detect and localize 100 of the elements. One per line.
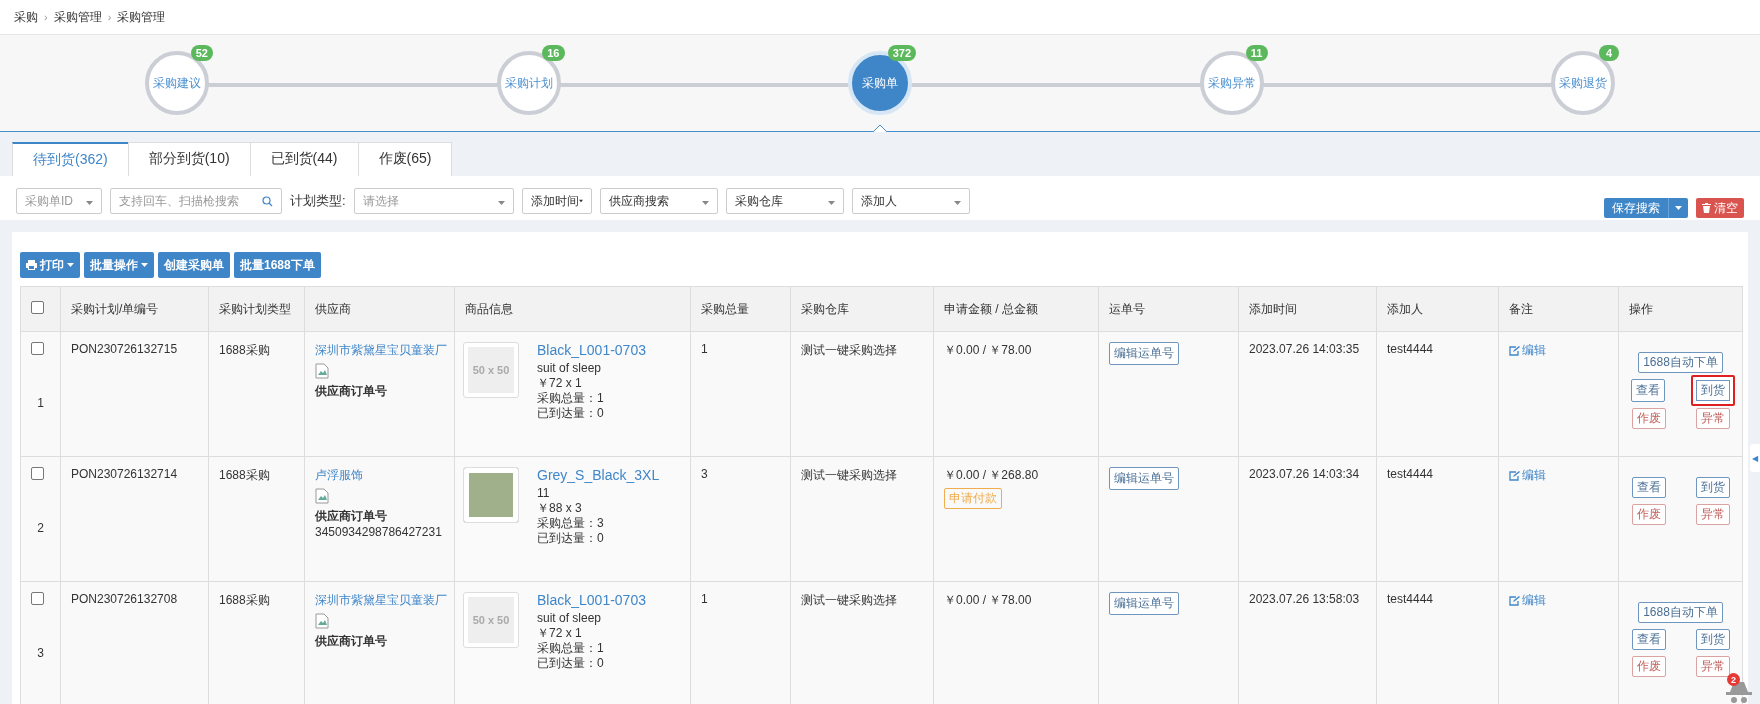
column-header: 添加人 [1376, 286, 1499, 332]
select-field[interactable]: 请选择 [353, 188, 514, 214]
status-tab[interactable]: 部分到货(10) [127, 142, 251, 176]
caret-icon [701, 201, 709, 205]
column-header: 申请金额 / 总金额 [933, 286, 1099, 332]
row-number: 2 [36, 521, 45, 535]
toolbar-button[interactable]: 打印 [20, 252, 80, 278]
row-number: 3 [36, 646, 45, 660]
price-quantity: ￥72 x 1 [537, 626, 583, 641]
collapse-tab[interactable]: ◀ [1750, 444, 1760, 472]
caret-icon [953, 201, 961, 205]
action-button[interactable]: 作废 [1631, 504, 1666, 525]
count-badge: 16 [542, 45, 565, 61]
count-badge: 372 [887, 45, 916, 61]
breadcrumb-item[interactable]: 采购 [14, 8, 38, 26]
column-header: 添加时间 [1238, 286, 1377, 332]
table-cell: test4444 [1376, 456, 1499, 582]
broken-image-icon [315, 613, 329, 629]
status-tab[interactable]: 作废(65) [357, 142, 453, 176]
select-field[interactable]: 采购单ID [16, 188, 102, 214]
order-number-label: 供应商订单号 [315, 383, 388, 400]
select-field[interactable]: 添加人 [851, 188, 970, 214]
amount-text: ￥0.00 / ￥78.00 [944, 343, 1032, 357]
table-cell: test4444 [1376, 331, 1499, 457]
table-cell: 3 [690, 456, 791, 582]
printer-icon [26, 260, 37, 270]
checkbox[interactable] [31, 342, 44, 355]
product-link[interactable]: Grey_S_Black_3XL [537, 467, 660, 483]
breadcrumb-separator: › [107, 11, 112, 23]
search-field[interactable]: 支持回车、扫描枪搜索 [110, 188, 282, 214]
table-cell: 2023.07.26 14:03:35 [1238, 331, 1377, 457]
arrived-quantity: 已到达量：0 [537, 531, 605, 546]
price-quantity: ￥88 x 3 [537, 501, 583, 516]
checkbox[interactable] [31, 467, 44, 480]
order-number-label: 供应商订单号 [315, 508, 388, 525]
action-button[interactable]: 异常 [1695, 656, 1730, 677]
action-button[interactable]: 查看 [1631, 477, 1666, 498]
edit-waybill-button[interactable]: 编辑运单号 [1109, 467, 1179, 490]
column-header: 采购计划类型 [208, 286, 305, 332]
order-number: 3450934298786427231 [315, 525, 442, 539]
table-cell: test4444 [1376, 581, 1499, 704]
edit-link[interactable]: 编辑 [1509, 467, 1608, 484]
amount-text: ￥0.00 / ￥268.80 [944, 468, 1039, 482]
toolbar-button[interactable]: 创建采购单 [158, 252, 230, 278]
action-button[interactable]: 到货 [1695, 477, 1730, 498]
column-header: 供应商 [304, 286, 455, 332]
action-button[interactable]: 异常 [1695, 504, 1730, 525]
total-quantity: 采购总量：1 [537, 391, 605, 406]
checkbox[interactable] [31, 301, 44, 314]
product-link[interactable]: Black_L001-0703 [537, 342, 646, 358]
edit-waybill-button[interactable]: 编辑运单号 [1109, 342, 1179, 365]
breadcrumb-item[interactable]: 采购管理 [117, 8, 166, 26]
action-button[interactable]: 作废 [1631, 408, 1666, 429]
breadcrumb-separator: › [44, 11, 48, 23]
total-quantity: 采购总量：1 [537, 641, 605, 656]
table-cell: PON230726132714 [60, 456, 209, 582]
edit-link[interactable]: 编辑 [1509, 342, 1608, 359]
table-cell: 2023.07.26 13:58:03 [1238, 581, 1377, 704]
product-variant: suit of sleep [537, 361, 603, 376]
table-cell: PON230726132715 [60, 331, 209, 457]
select-field[interactable]: 采购仓库 [725, 188, 844, 214]
select-field[interactable]: 供应商搜索 [599, 188, 718, 214]
time-dropdown[interactable]: 添加时间 [521, 188, 592, 214]
checkbox[interactable] [31, 592, 44, 605]
edit-icon [1509, 470, 1520, 481]
column-header: 采购总量 [690, 286, 791, 332]
action-button[interactable]: 1688自动下单 [1638, 352, 1723, 373]
status-tab[interactable]: 待到货(362) [12, 142, 129, 176]
edit-link[interactable]: 编辑 [1509, 592, 1608, 609]
breadcrumb-item[interactable]: 采购管理 [53, 8, 102, 26]
supplier-link[interactable]: 深圳市紫黛星宝贝童装厂 [315, 343, 447, 357]
save-search-button[interactable]: 保存搜索 [1604, 198, 1688, 218]
edit-icon [1509, 595, 1520, 606]
column-header: 采购计划/单编号 [60, 286, 209, 332]
action-button[interactable]: 查看 [1631, 629, 1666, 650]
table-cell: 测试一键采购选择 [790, 456, 934, 582]
action-button[interactable]: 作废 [1631, 656, 1666, 677]
broken-image-icon [315, 363, 329, 379]
status-tab[interactable]: 已到货(44) [249, 142, 359, 176]
table-cell: 1688采购 [208, 331, 305, 457]
action-button[interactable]: 异常 [1695, 408, 1730, 429]
arrived-quantity: 已到达量：0 [537, 656, 605, 671]
action-button[interactable]: 1688自动下单 [1638, 602, 1723, 623]
count-badge: 11 [1245, 45, 1268, 61]
toolbar-button[interactable]: 批量操作 [84, 252, 154, 278]
product-link[interactable]: Black_L001-0703 [537, 592, 646, 608]
action-button[interactable]: 查看 [1630, 379, 1665, 402]
clear-button[interactable]: 清空 [1696, 198, 1744, 218]
supplier-link[interactable]: 深圳市紫黛星宝贝童装厂 [315, 593, 447, 607]
toolbar-button[interactable]: 批量1688下单 [234, 252, 321, 278]
broken-image-icon [315, 488, 329, 504]
caret-icon [827, 201, 835, 205]
filter-label: 计划类型: [290, 192, 346, 210]
action-button[interactable]: 到货 [1690, 375, 1735, 406]
action-button[interactable]: 到货 [1695, 629, 1730, 650]
search-icon [262, 195, 273, 207]
arrived-quantity: 已到达量：0 [537, 406, 605, 421]
edit-waybill-button[interactable]: 编辑运单号 [1109, 592, 1179, 615]
supplier-link[interactable]: 卢浮服饰 [315, 468, 363, 482]
row-number: 1 [36, 396, 45, 410]
